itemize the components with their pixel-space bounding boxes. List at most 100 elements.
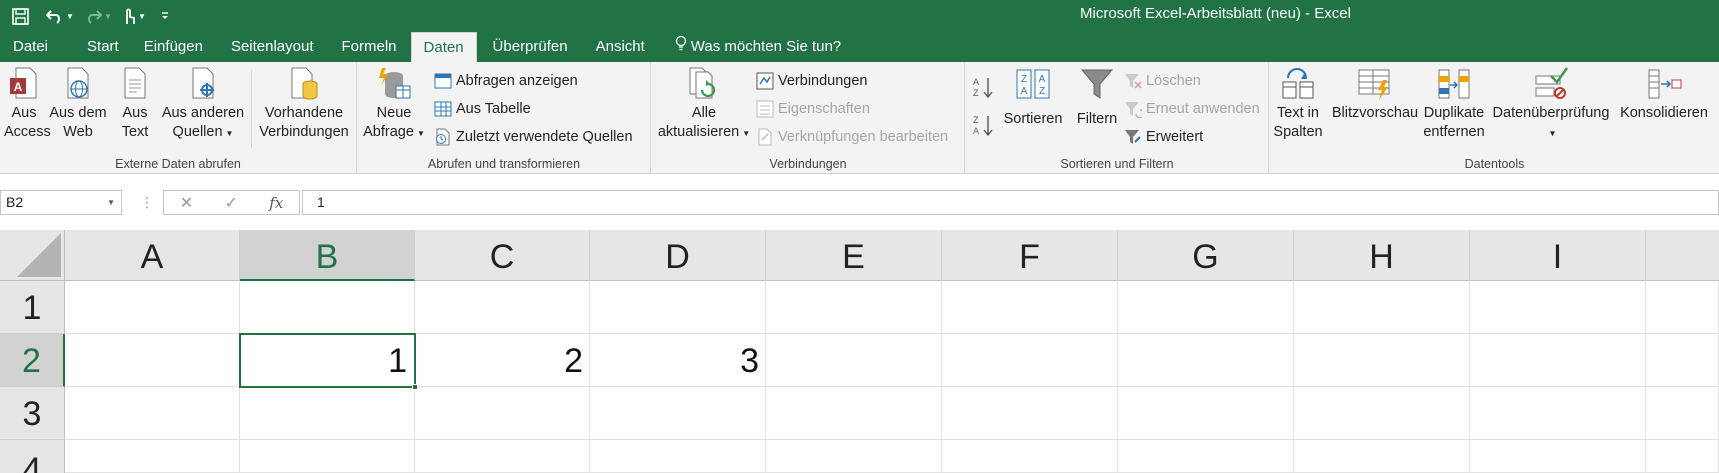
cell-h4[interactable]	[1294, 440, 1470, 473]
select-all-button[interactable]	[0, 230, 65, 281]
cell-g4[interactable]	[1118, 440, 1294, 473]
row-header-1[interactable]: 1	[0, 281, 65, 334]
cell-g2[interactable]	[1118, 334, 1294, 387]
cell-i4[interactable]	[1470, 440, 1646, 473]
cell-d3[interactable]	[590, 387, 766, 440]
cell-e1[interactable]	[766, 281, 942, 334]
cell-b2-active[interactable]: 1	[239, 333, 416, 388]
insert-function-icon[interactable]: fx	[269, 194, 283, 212]
cell-f1[interactable]	[942, 281, 1118, 334]
text-to-columns-button[interactable]: Text in Spalten	[1272, 66, 1324, 142]
cell-f3[interactable]	[942, 387, 1118, 440]
cancel-icon[interactable]: ✕	[180, 193, 193, 213]
cell-a1[interactable]	[65, 281, 240, 334]
undo-icon[interactable]: ▼	[40, 0, 80, 32]
cell-d2[interactable]: 3	[590, 334, 766, 387]
remove-duplicates-button[interactable]: Duplikate entfernen	[1420, 66, 1488, 142]
show-queries-button[interactable]: Abfragen anzeigen	[434, 70, 578, 92]
cell-h3[interactable]	[1294, 387, 1470, 440]
connections-button[interactable]: Verbindungen	[756, 70, 868, 92]
column-header-a[interactable]: A	[65, 230, 240, 281]
formula-bar-resize-icon[interactable]: ⋮	[140, 194, 154, 211]
cell-c4[interactable]	[415, 440, 590, 473]
cell-h1[interactable]	[1294, 281, 1470, 334]
cell-e2[interactable]	[766, 334, 942, 387]
column-header-d[interactable]: D	[590, 230, 766, 281]
cell-i1[interactable]	[1470, 281, 1646, 334]
edit-links-button[interactable]: Verknüpfungen bearbeiten	[756, 126, 948, 148]
tab-einfuegen[interactable]: Einfügen	[134, 32, 217, 62]
cell-g1[interactable]	[1118, 281, 1294, 334]
from-table-button[interactable]: Aus Tabelle	[434, 98, 531, 120]
tab-datei[interactable]: Datei	[0, 32, 61, 62]
column-header-i[interactable]: I	[1470, 230, 1646, 281]
existing-connections-button[interactable]: Vorhandene Verbindungen	[256, 66, 352, 142]
row-header-2[interactable]: 2	[0, 334, 65, 387]
cell-g3[interactable]	[1118, 387, 1294, 440]
cell-c2[interactable]: 2	[415, 334, 590, 387]
cell-c1[interactable]	[415, 281, 590, 334]
tab-formeln[interactable]: Formeln	[328, 32, 411, 62]
cell-c3[interactable]	[415, 387, 590, 440]
column-header-h[interactable]: H	[1294, 230, 1470, 281]
tab-ansicht[interactable]: Ansicht	[582, 32, 659, 62]
column-header-g[interactable]: G	[1118, 230, 1294, 281]
from-other-sources-button[interactable]: Aus anderen Quellen ▼	[160, 66, 246, 143]
cell-b3[interactable]	[240, 387, 415, 440]
cell-d1[interactable]	[590, 281, 766, 334]
enter-icon[interactable]: ✓	[224, 193, 237, 213]
fill-handle[interactable]	[412, 384, 418, 390]
recent-sources-button[interactable]: Zuletzt verwendete Quellen	[434, 126, 633, 148]
properties-button[interactable]: Eigenschaften	[756, 98, 870, 120]
cell-j2[interactable]	[1646, 334, 1719, 387]
column-header-e[interactable]: E	[766, 230, 942, 281]
sort-za-button[interactable]: ZA	[972, 114, 998, 137]
column-header-c[interactable]: C	[415, 230, 590, 281]
tell-me-box[interactable]: Was möchten Sie tun?	[659, 32, 855, 62]
cell-d4[interactable]	[590, 440, 766, 473]
cell-a2[interactable]	[65, 334, 240, 387]
advanced-filter-button[interactable]: Erweitert	[1124, 126, 1203, 148]
column-header-f[interactable]: F	[942, 230, 1118, 281]
cell-j4[interactable]	[1646, 440, 1719, 473]
cell-j3[interactable]	[1646, 387, 1719, 440]
tab-seitenlayout[interactable]: Seitenlayout	[217, 32, 328, 62]
from-web-button[interactable]: Aus dem Web	[47, 66, 109, 142]
cell-i3[interactable]	[1470, 387, 1646, 440]
cell-b4[interactable]	[240, 440, 415, 473]
row-header-3[interactable]: 3	[0, 387, 65, 440]
touch-mode-icon[interactable]: ▼	[116, 0, 152, 32]
cell-b1[interactable]	[240, 281, 415, 334]
sort-button[interactable]: ZAAZ Sortieren	[999, 66, 1067, 129]
tab-ueberpruefen[interactable]: Überprüfen	[477, 32, 582, 62]
cell-j1[interactable]	[1646, 281, 1719, 334]
reapply-filter-button[interactable]: Erneut anwenden	[1124, 98, 1260, 120]
clear-filter-button[interactable]: Löschen	[1124, 70, 1201, 92]
customize-qat-icon[interactable]	[152, 0, 178, 32]
formula-input[interactable]: 1	[302, 190, 1719, 215]
cell-a3[interactable]	[65, 387, 240, 440]
cell-i2[interactable]	[1470, 334, 1646, 387]
save-icon[interactable]	[0, 0, 40, 32]
cell-f2[interactable]	[942, 334, 1118, 387]
from-access-button[interactable]: A Aus Access	[4, 66, 51, 142]
cell-e3[interactable]	[766, 387, 942, 440]
column-header-partial[interactable]	[1646, 230, 1719, 281]
data-validation-button[interactable]: Datenüberprüfung ▼	[1492, 66, 1610, 143]
flash-fill-button[interactable]: Blitzvorschau	[1330, 66, 1420, 123]
cell-f4[interactable]	[942, 440, 1118, 473]
cell-a4[interactable]	[65, 440, 240, 473]
name-box[interactable]: B2 ▼	[0, 190, 122, 215]
sort-az-button[interactable]: AZ	[972, 76, 998, 99]
new-query-button[interactable]: Neue Abfrage ▼	[360, 66, 428, 143]
cell-e4[interactable]	[766, 440, 942, 473]
filter-button[interactable]: Filtern	[1070, 66, 1124, 129]
name-box-dropdown-icon[interactable]: ▼	[107, 191, 115, 214]
tab-start[interactable]: Start	[61, 32, 134, 62]
tab-daten[interactable]: Daten	[410, 32, 477, 62]
column-header-b[interactable]: B	[240, 230, 415, 281]
from-text-button[interactable]: Aus Text	[115, 66, 155, 142]
consolidate-button[interactable]: Konsolidieren	[1614, 66, 1714, 123]
refresh-all-button[interactable]: Alle aktualisieren ▼	[656, 66, 752, 143]
redo-icon[interactable]: ▼	[80, 0, 116, 32]
